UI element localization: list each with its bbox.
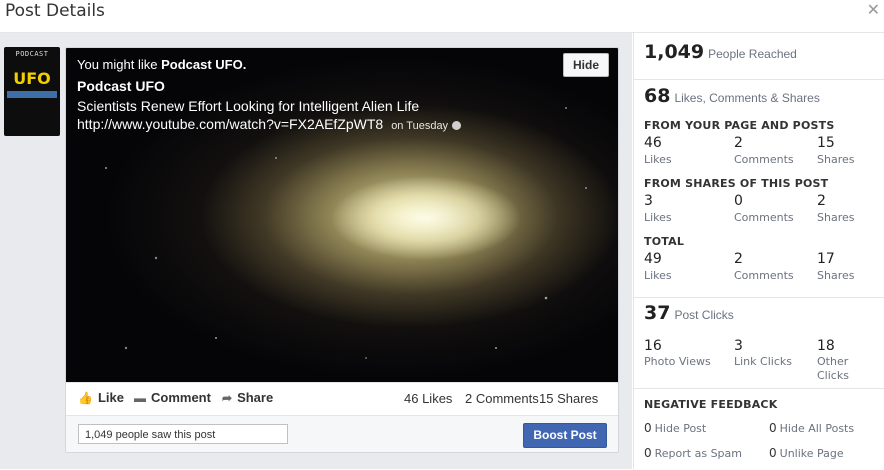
insights-panel: 1,049 People Reached 68 Likes, Comments & … (633, 33, 884, 469)
shares-count-link[interactable]: 15 Shares (539, 391, 598, 406)
avatar-band (7, 91, 57, 98)
hide-post-stat: 0 Hide Post (644, 421, 707, 435)
from-page-shares: 15 (817, 135, 835, 151)
shares-label: Shares (817, 211, 855, 224)
shares-label: Shares (817, 269, 855, 282)
post-url-line: http://www.youtube.com/watch?v=FX2AEfZpW… (77, 116, 462, 132)
action-bar: 👍 Like ▬ Comment ➦ Share 46 Likes 2 Comment… (66, 382, 618, 415)
globe-icon (452, 121, 462, 130)
clicks-label: Post Clicks (674, 308, 734, 322)
comments-label: Comments (734, 269, 794, 282)
reach-section: 1,049 People Reached (634, 33, 884, 79)
other-clicks-value: 18 (817, 338, 835, 354)
dialog-header: Post Details ✕ (0, 0, 884, 33)
report-spam-stat: 0 Report as Spam (644, 446, 742, 460)
reach-summary: 1,049 people saw this post (78, 424, 288, 444)
from-page-title: FROM YOUR PAGE AND POSTS (644, 119, 835, 132)
negative-feedback-section: NEGATIVE FEEDBACK 0 Hide Post 0 Hide All P… (634, 388, 884, 470)
close-icon[interactable]: ✕ (867, 2, 880, 20)
share-button[interactable]: ➦ Share (222, 390, 273, 405)
reach-label: People Reached (708, 47, 797, 61)
likes-label: Likes (644, 153, 672, 166)
from-shares-comments: 0 (734, 193, 743, 209)
engagement-label: Likes, Comments & Shares (674, 91, 820, 105)
clicks-section: 37 Post Clicks 16 3 18 Photo Views Link C… (634, 297, 884, 389)
page-avatar[interactable]: PODCAST UFO (4, 47, 60, 136)
unlike-page-stat: 0 Unlike Page (769, 446, 844, 460)
from-shares-likes: 3 (644, 193, 653, 209)
photo-views-value: 16 (644, 338, 662, 354)
boost-post-button[interactable]: Boost Post (523, 423, 607, 448)
post-url-link[interactable]: http://www.youtube.com/watch?v=FX2AEfZpW… (77, 116, 383, 132)
likes-label: Likes (644, 269, 672, 282)
reach-value: 1,049 (644, 41, 705, 63)
from-shares-shares: 2 (817, 193, 826, 209)
other-clicks-label-1: Other (817, 355, 849, 368)
hide-all-posts-stat: 0 Hide All Posts (769, 421, 855, 435)
engagement-section: 68 Likes, Comments & Shares FROM YOUR PAG… (634, 79, 884, 298)
avatar-top-text: PODCAST (15, 50, 49, 58)
shares-label: Shares (817, 153, 855, 166)
total-comments: 2 (734, 251, 743, 267)
photo-views-label: Photo Views (644, 355, 711, 368)
post-footer: 1,049 people saw this post Boost Post (66, 415, 618, 452)
suggestion-text: You might like Podcast UFO. (77, 57, 247, 72)
comment-button[interactable]: ▬ Comment (134, 390, 211, 405)
page-name-link[interactable]: Podcast UFO (77, 78, 165, 94)
likes-count-link[interactable]: 46 Likes (404, 391, 452, 406)
other-clicks-label-2: Clicks (817, 369, 849, 382)
link-clicks-label: Link Clicks (734, 355, 792, 368)
total-title: TOTAL (644, 235, 685, 248)
post-card: You might like Podcast UFO. Podcast UFO … (65, 47, 619, 453)
post-headline: Scientists Renew Effort Looking for Inte… (77, 98, 420, 114)
comment-icon: ▬ (134, 391, 146, 405)
thumbs-up-icon: 👍 (78, 391, 93, 405)
share-icon: ➦ (222, 391, 233, 405)
engagement-value: 68 (644, 85, 671, 107)
negative-feedback-title: NEGATIVE FEEDBACK (644, 398, 778, 411)
from-page-likes: 46 (644, 135, 662, 151)
link-clicks-value: 3 (734, 338, 743, 354)
from-page-comments: 2 (734, 135, 743, 151)
clicks-value: 37 (644, 302, 671, 324)
like-button[interactable]: 👍 Like (78, 390, 124, 405)
avatar-logo-text: UFO (13, 69, 51, 88)
comments-count-link[interactable]: 2 Comments (465, 391, 539, 406)
hide-button[interactable]: Hide (563, 53, 609, 77)
comments-label: Comments (734, 211, 794, 224)
post-date[interactable]: on Tuesday (391, 120, 448, 132)
likes-label: Likes (644, 211, 672, 224)
comments-label: Comments (734, 153, 794, 166)
total-likes: 49 (644, 251, 662, 267)
total-shares: 17 (817, 251, 835, 267)
from-shares-title: FROM SHARES OF THIS POST (644, 177, 829, 190)
video-thumbnail[interactable]: You might like Podcast UFO. Podcast UFO … (66, 48, 618, 382)
dialog-title: Post Details (5, 1, 105, 21)
